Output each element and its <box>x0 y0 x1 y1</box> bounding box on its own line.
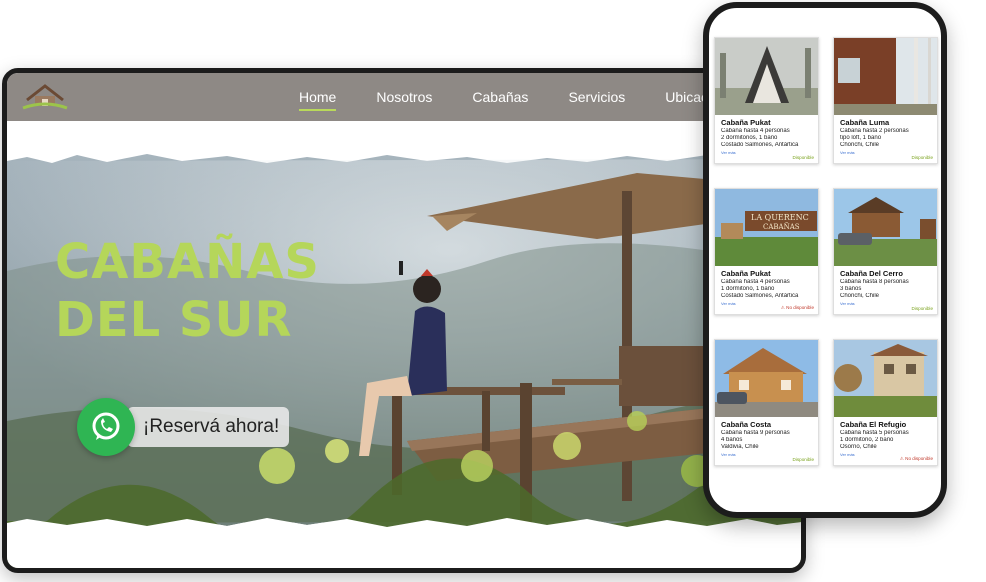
nav-nosotros[interactable]: Nosotros <box>376 89 432 105</box>
cabin-capacity: Cabaña hasta 8 personas <box>840 279 909 285</box>
cabin-card[interactable]: Cabaña Luma Cabaña hasta 2 personas tipo… <box>833 37 938 164</box>
cabin-photo <box>834 38 937 115</box>
availability-label: No disponible <box>786 305 814 310</box>
nav-home[interactable]: Home <box>299 89 337 111</box>
cabin-photo <box>834 340 937 417</box>
cabin-sign-text: LA QUERENC <box>751 213 809 222</box>
cabin-capacity: Cabaña hasta 9 personas <box>721 430 790 436</box>
cabin-title: Cabaña Del Cerro <box>840 269 903 278</box>
cabin-location: Chonchi, Chile <box>840 142 880 149</box>
unavailable-icon: ⚠ <box>780 305 785 310</box>
cabin-title: Cabaña Costa <box>721 420 772 429</box>
availability-badge: Disponible <box>792 155 814 160</box>
cabin-photo: LA QUERENC CABAÑAS <box>715 189 818 266</box>
availability-badge: Disponible <box>911 155 933 160</box>
hero-section: CABAÑAS DEL SUR ¡Reservá ahora! <box>7 121 801 568</box>
cabin-photo <box>834 189 937 266</box>
cabin-capacity: Cabaña hasta 2 personas <box>840 128 909 134</box>
top-navbar: Home Nosotros Cabañas Servicios Ubicació… <box>7 73 801 121</box>
availability-badge: Disponible <box>792 457 814 462</box>
nav-servicios[interactable]: Servicios <box>568 89 625 105</box>
reserve-cta[interactable]: ¡Reservá ahora! <box>77 398 290 456</box>
cabin-location: Costado Salmones, Antártica <box>721 142 799 149</box>
cabin-card[interactable]: Cabaña Pukat Cabaña hasta 4 personas 2 d… <box>714 37 819 164</box>
cabin-rooms: tipo loft, 1 baño <box>840 135 882 142</box>
mobile-phone-mock: Cabaña Pukat Cabaña hasta 4 personas 2 d… <box>703 2 947 518</box>
cabin-title: Cabaña Luma <box>840 118 890 127</box>
cabin-title: Cabaña El Refugio <box>840 420 907 429</box>
cabin-rooms: 2 dormitorios, 1 baño <box>721 135 778 142</box>
availability-badge: ⚠ No disponible <box>900 456 933 462</box>
availability-badge: ⚠ No disponible <box>781 305 814 311</box>
cabin-title: Cabaña Pukat <box>721 118 771 127</box>
cabin-rooms: 1 dormitorio, 1 baño <box>721 286 775 293</box>
cabin-card[interactable]: Cabaña El Refugio Cabaña hasta 5 persona… <box>833 339 938 466</box>
showcase-stage: Home Nosotros Cabañas Servicios Ubicació… <box>0 0 986 582</box>
hero-title-line2: DEL SUR <box>55 292 293 348</box>
cabin-photo <box>715 38 818 115</box>
cabin-rooms: 3 baños <box>840 286 862 293</box>
reserve-button[interactable]: ¡Reservá ahora! <box>127 407 290 447</box>
unavailable-icon: ⚠ <box>899 456 904 461</box>
cabin-card[interactable]: LA QUERENC CABAÑAS Cabaña Pukat Cabaña h… <box>714 188 819 315</box>
cabin-sign-text: CABAÑAS <box>763 222 800 231</box>
cabin-capacity: Cabaña hasta 5 personas <box>840 430 909 436</box>
hero-title: CABAÑAS DEL SUR <box>55 233 320 349</box>
availability-label: No disponible <box>905 456 933 461</box>
nav-menu: Home Nosotros Cabañas Servicios Ubicació… <box>299 73 767 121</box>
hero-title-line1: CABAÑAS <box>55 234 320 290</box>
cabin-card[interactable]: Cabaña Costa Cabaña hasta 9 personas 4 b… <box>714 339 819 466</box>
cabin-location: Chonchi, Chile <box>840 293 880 300</box>
cabin-rooms: 4 baños <box>721 437 743 444</box>
cabin-card[interactable]: Cabaña Del Cerro Cabaña hasta 8 personas… <box>833 188 938 315</box>
nav-cabanas[interactable]: Cabañas <box>472 89 528 105</box>
cabin-photo <box>715 340 818 417</box>
availability-badge: Disponible <box>911 306 933 311</box>
cabin-title: Cabaña Pukat <box>721 269 771 278</box>
cabin-capacity: Cabaña hasta 4 personas <box>721 279 790 285</box>
cabin-location: Valdivia, Chile <box>721 444 759 451</box>
logo-icon[interactable] <box>21 82 69 112</box>
cabin-rooms: 1 dormitorio, 2 baño <box>840 437 894 444</box>
cabin-grid: Cabaña Pukat Cabaña hasta 4 personas 2 d… <box>714 37 938 466</box>
cabin-location: Osorno, Chile <box>840 444 877 451</box>
desktop-browser-mock: Home Nosotros Cabañas Servicios Ubicació… <box>2 68 806 573</box>
cabin-capacity: Cabaña hasta 4 personas <box>721 128 790 134</box>
whatsapp-icon[interactable] <box>77 398 135 456</box>
cabin-location: Costado Salmones, Antártica <box>721 293 799 300</box>
